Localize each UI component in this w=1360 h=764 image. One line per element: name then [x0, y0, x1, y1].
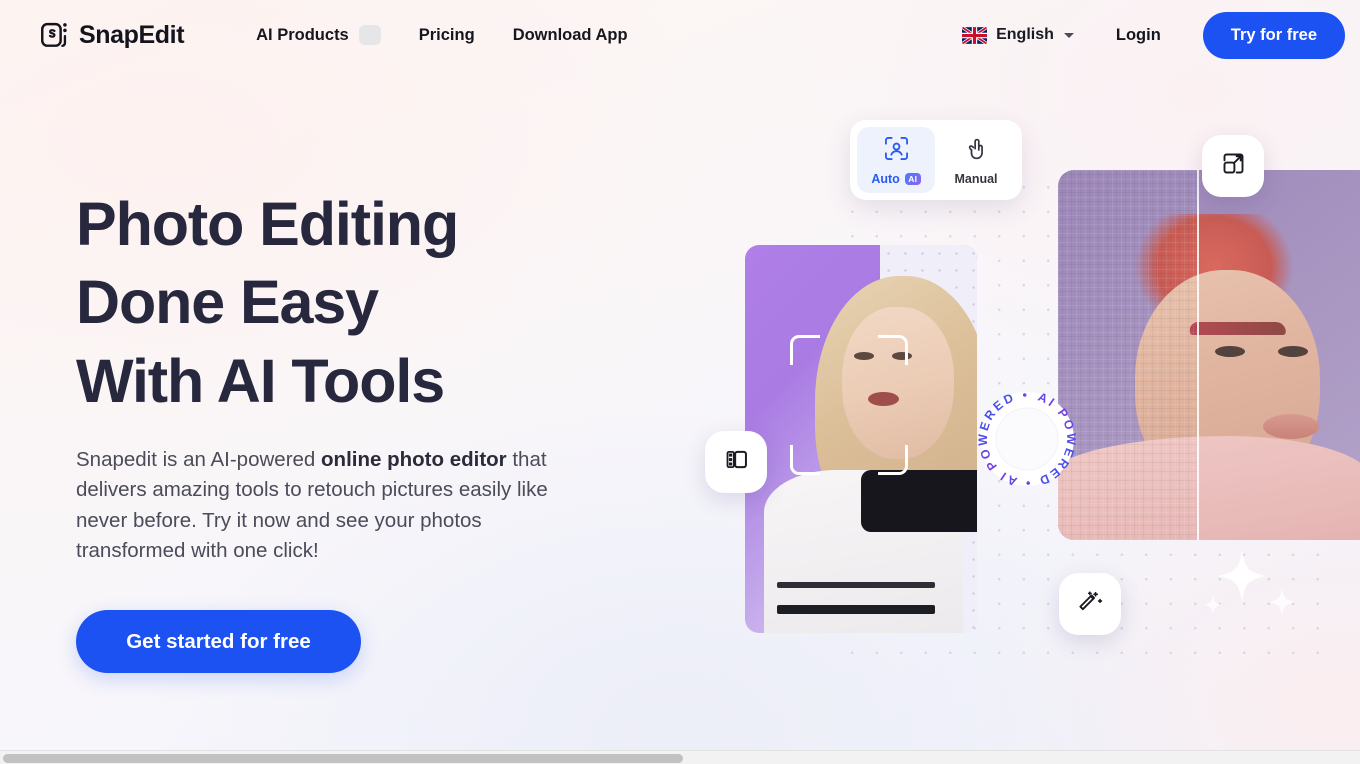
- hero-subcopy-part-1: Snapedit is an AI-powered: [76, 448, 322, 472]
- background-remove-icon: [723, 446, 750, 478]
- nav-link-pricing[interactable]: Pricing: [419, 26, 475, 45]
- tab-manual[interactable]: Manual: [937, 127, 1015, 193]
- ai-powered-ring-badge: AI POWERED • AI POWERED •: [971, 383, 1083, 495]
- bracket-bottom-left-icon: [790, 445, 820, 475]
- chevron-down-icon: [1063, 32, 1074, 38]
- hero-visual-composition: Auto AI Manual AI POWERED • AI POWERED •: [690, 70, 1360, 690]
- tab-auto[interactable]: Auto AI: [857, 127, 935, 193]
- bracket-top-right-icon: [878, 335, 908, 365]
- language-selector[interactable]: English: [962, 26, 1074, 44]
- get-started-button[interactable]: Get started for free: [76, 610, 361, 674]
- hand-pointer-icon: [964, 136, 989, 166]
- before-after-photo: [1058, 170, 1360, 540]
- nav-link-download-app-label: Download App: [512, 25, 628, 44]
- bracket-top-left-icon: [790, 335, 820, 365]
- top-navigation-bar: SnapEdit AI Products Pricing Download Ap…: [0, 0, 1360, 70]
- nav-dropdown-chip-icon: [358, 25, 381, 45]
- language-label: English: [996, 26, 1054, 43]
- photo-eyebrow: [1189, 321, 1286, 335]
- photo-eye-right: [1278, 345, 1309, 357]
- login-link[interactable]: Login: [1116, 26, 1161, 45]
- page-viewport: SnapEdit AI Products Pricing Download Ap…: [0, 0, 1360, 750]
- nav-link-download-app[interactable]: Download App: [513, 26, 628, 45]
- hero-text-block: Photo Editing Done Easy With AI Tools Sn…: [76, 185, 636, 674]
- nav-links: AI Products Pricing Download App: [256, 25, 628, 45]
- brand-logo[interactable]: SnapEdit: [40, 20, 185, 50]
- portrait-stripe-upper: [777, 582, 936, 589]
- before-after-divider[interactable]: [1196, 170, 1199, 540]
- portrait-stripe-lower: [777, 604, 936, 614]
- sparkle-decoration: [1200, 540, 1310, 635]
- background-remove-tool-button[interactable]: [705, 431, 767, 493]
- horizontal-scrollbar[interactable]: [0, 750, 1360, 764]
- magic-wand-tool-button[interactable]: [1059, 573, 1121, 635]
- upscale-icon: [1220, 150, 1247, 182]
- page-title: Photo Editing Done Easy With AI Tools: [76, 190, 459, 415]
- portrait-sleeve: [861, 470, 977, 533]
- nav-link-ai-products-label: AI Products: [256, 25, 349, 44]
- face-detect-brackets: [790, 335, 908, 475]
- bracket-bottom-right-icon: [878, 445, 908, 475]
- snapedit-logo-icon: [40, 20, 70, 50]
- tab-auto-label: Auto: [871, 172, 900, 186]
- magic-wand-icon: [1077, 588, 1104, 620]
- nav-link-ai-products[interactable]: AI Products: [256, 25, 381, 45]
- ai-badge: AI: [904, 172, 921, 186]
- photo-eye-left: [1215, 345, 1246, 357]
- edit-mode-tool-card: Auto AI Manual: [850, 120, 1022, 200]
- upscale-tool-button[interactable]: [1202, 135, 1264, 197]
- face-scan-icon: [884, 136, 909, 166]
- brand-name-text: SnapEdit: [79, 20, 185, 49]
- nav-link-pricing-label: Pricing: [418, 25, 475, 44]
- try-for-free-button[interactable]: Try for free: [1202, 11, 1345, 59]
- hero-subcopy: Snapedit is an AI-powered online photo e…: [76, 445, 591, 566]
- uk-flag-icon: [962, 26, 988, 44]
- hero-subcopy-bold: online photo editor: [321, 448, 507, 472]
- tab-manual-label: Manual: [954, 172, 998, 186]
- tab-auto-label-group: Auto AI: [871, 172, 921, 186]
- nav-right-group: English Login Try for free: [962, 11, 1360, 59]
- scrollbar-thumb[interactable]: [3, 754, 683, 763]
